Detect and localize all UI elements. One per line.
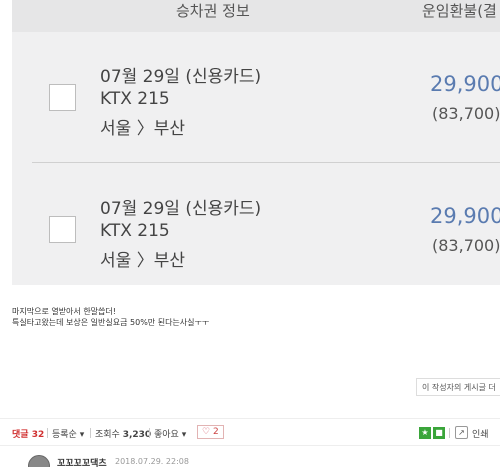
post-body: 마지막으로 열받아서 한말씁더! 특실타고왔는데 보상은 일반실요금 50%만 … bbox=[12, 306, 209, 328]
author-posts-link[interactable]: 이 작성자의 게시글 더 bbox=[416, 378, 500, 396]
views-count: 3,230 bbox=[122, 430, 152, 440]
ticket-route: 서울 〉부산 bbox=[100, 246, 185, 271]
like-button[interactable]: ♡ 2 bbox=[197, 425, 224, 439]
comment-label: 댓글 bbox=[12, 430, 29, 440]
separator bbox=[90, 428, 91, 438]
chevron-right-icon: 〉 bbox=[136, 251, 154, 271]
comment-bar: 댓글 32 등록순 ▾ 조회수 3,230 좋아요 ▾ ♡ 2 ★ ■ ↗ 인쇄 bbox=[0, 418, 500, 446]
share-icon[interactable]: ↗ bbox=[455, 426, 468, 439]
ticket-train: KTX 215 bbox=[100, 221, 170, 241]
views: 조회수 3,230 bbox=[95, 427, 151, 440]
ticket-original-price: (83,700) bbox=[432, 104, 500, 123]
ticket-checkbox[interactable] bbox=[49, 84, 76, 111]
header-refund: 운임환불(결 bbox=[422, 2, 497, 20]
comment-date: 2018.07.29. 22:08 bbox=[115, 457, 189, 466]
ticket-price: 29,900 bbox=[430, 72, 500, 96]
heart-count: 2 bbox=[212, 427, 219, 437]
ticket-row: 07월 29일 (신용카드) KTX 215 서울 〉부산 29,900 (83… bbox=[12, 52, 500, 172]
ticket-divider bbox=[32, 162, 500, 163]
sort-dropdown[interactable]: 등록순 ▾ bbox=[52, 427, 84, 440]
post-line: 마지막으로 열받아서 한말씁더! bbox=[12, 307, 116, 316]
comment-count-button[interactable]: 댓글 32 bbox=[12, 427, 44, 440]
caret-down-icon: ▾ bbox=[181, 430, 187, 440]
header-ticket-info: 승차권 정보 bbox=[176, 2, 250, 20]
heart-icon: ♡ bbox=[202, 427, 211, 437]
chevron-right-icon: 〉 bbox=[136, 119, 154, 139]
route-to: 부산 bbox=[153, 251, 185, 271]
avatar[interactable] bbox=[28, 455, 50, 467]
likes-dropdown[interactable]: 좋아요 ▾ bbox=[154, 427, 186, 440]
print-button[interactable]: 인쇄 bbox=[472, 427, 489, 440]
blog-share-icon[interactable]: ■ bbox=[433, 427, 445, 439]
separator bbox=[149, 428, 150, 438]
ticket-date: 07월 29일 (신용카드) bbox=[100, 67, 262, 87]
panel-header: 승차권 정보 운임환불(결 bbox=[12, 0, 500, 32]
separator bbox=[47, 428, 48, 438]
route-from: 서울 bbox=[100, 119, 132, 139]
sort-label: 등록순 bbox=[52, 430, 77, 440]
views-label: 조회수 bbox=[95, 430, 120, 440]
star-share-icon[interactable]: ★ bbox=[419, 427, 431, 439]
ticket-route: 서울 〉부산 bbox=[100, 114, 185, 139]
post-line: 특실타고왔는데 보상은 일반실요금 50%만 된다는사실ㅜㅜ bbox=[12, 318, 210, 327]
separator bbox=[449, 428, 450, 438]
ticket-panel: 승차권 정보 운임환불(결 07월 29일 (신용카드) KTX 215 서울 … bbox=[12, 0, 500, 285]
ticket-original-price: (83,700) bbox=[432, 236, 500, 255]
route-to: 부산 bbox=[153, 119, 185, 139]
route-from: 서울 bbox=[100, 251, 132, 271]
comment-count: 32 bbox=[31, 430, 45, 440]
likes-label: 좋아요 bbox=[154, 430, 179, 440]
ticket-date: 07월 29일 (신용카드) bbox=[100, 199, 262, 219]
ticket-checkbox[interactable] bbox=[49, 216, 76, 243]
comment-author[interactable]: 꼬꼬꼬꼬댁츠 bbox=[57, 456, 107, 467]
caret-down-icon: ▾ bbox=[79, 430, 85, 440]
ticket-train: KTX 215 bbox=[100, 89, 170, 109]
ticket-row: 07월 29일 (신용카드) KTX 215 서울 〉부산 29,900 (83… bbox=[12, 186, 500, 285]
ticket-price: 29,900 bbox=[430, 204, 500, 228]
